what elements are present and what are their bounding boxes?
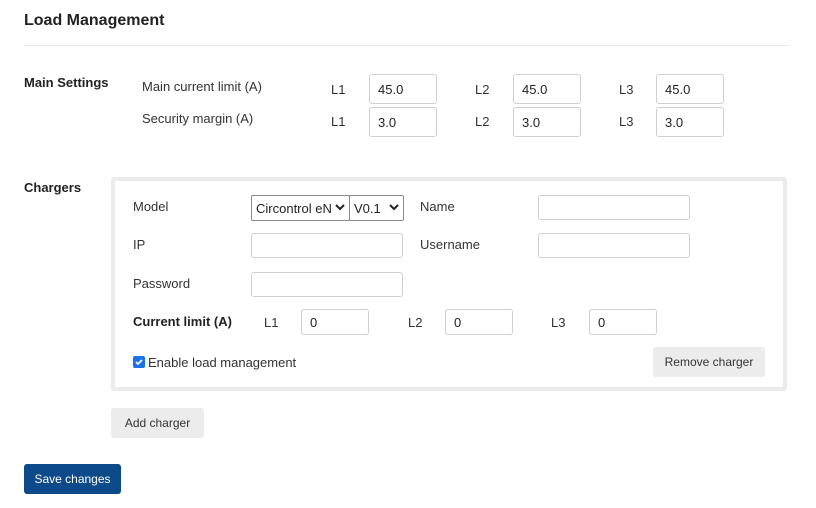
charger-limit-l2-input[interactable] [445, 309, 513, 335]
charger-limit-l1-input[interactable] [301, 309, 369, 335]
security-margin-l3-input[interactable] [656, 107, 724, 137]
current-limit-label: Current limit (A) [133, 314, 232, 329]
username-input[interactable] [538, 233, 690, 258]
main-current-limit-label: Main current limit (A) [142, 79, 262, 94]
ip-label: IP [133, 237, 146, 252]
main-current-l1-input[interactable] [369, 74, 437, 104]
model-select-value: Circontrol eNé [256, 200, 332, 216]
chevron-down-icon [389, 203, 399, 214]
main-l2-label: L2 [475, 82, 490, 97]
save-changes-button[interactable]: Save changes [24, 464, 121, 494]
enable-load-management-checkbox[interactable] [133, 356, 145, 368]
version-select-value: V0.1 [354, 200, 381, 216]
title-divider [24, 45, 789, 46]
remove-charger-button[interactable]: Remove charger [653, 347, 765, 377]
page-title: Load Management [24, 12, 165, 29]
name-label: Name [420, 199, 455, 214]
charger-name-input[interactable] [538, 195, 690, 220]
chevron-down-icon [335, 203, 345, 214]
security-margin-l2-input[interactable] [513, 107, 581, 137]
enable-load-management-label[interactable]: Enable load management [148, 355, 296, 370]
margin-l3-label: L3 [619, 114, 634, 129]
main-current-l2-input[interactable] [513, 74, 581, 104]
version-select[interactable]: V0.1 [349, 195, 404, 221]
charger-l3-label: L3 [551, 315, 566, 330]
main-settings-heading: Main Settings [24, 75, 109, 90]
margin-l2-label: L2 [475, 114, 490, 129]
main-l3-label: L3 [619, 82, 634, 97]
username-label: Username [420, 237, 480, 252]
password-input[interactable] [251, 272, 403, 297]
charger-l1-label: L1 [264, 315, 279, 330]
main-l1-label: L1 [331, 82, 346, 97]
charger-l2-label: L2 [408, 315, 423, 330]
model-label: Model [133, 199, 169, 214]
add-charger-button[interactable]: Add charger [111, 408, 204, 438]
check-icon [135, 359, 143, 366]
model-select[interactable]: Circontrol eNé [251, 195, 350, 221]
security-margin-label: Security margin (A) [142, 111, 254, 126]
password-label: Password [133, 276, 191, 291]
ip-input[interactable] [251, 233, 403, 258]
security-margin-l1-input[interactable] [369, 107, 437, 137]
main-current-l3-input[interactable] [656, 74, 724, 104]
margin-l1-label: L1 [331, 114, 346, 129]
chargers-heading: Chargers [24, 180, 82, 195]
charger-limit-l3-input[interactable] [589, 309, 657, 335]
